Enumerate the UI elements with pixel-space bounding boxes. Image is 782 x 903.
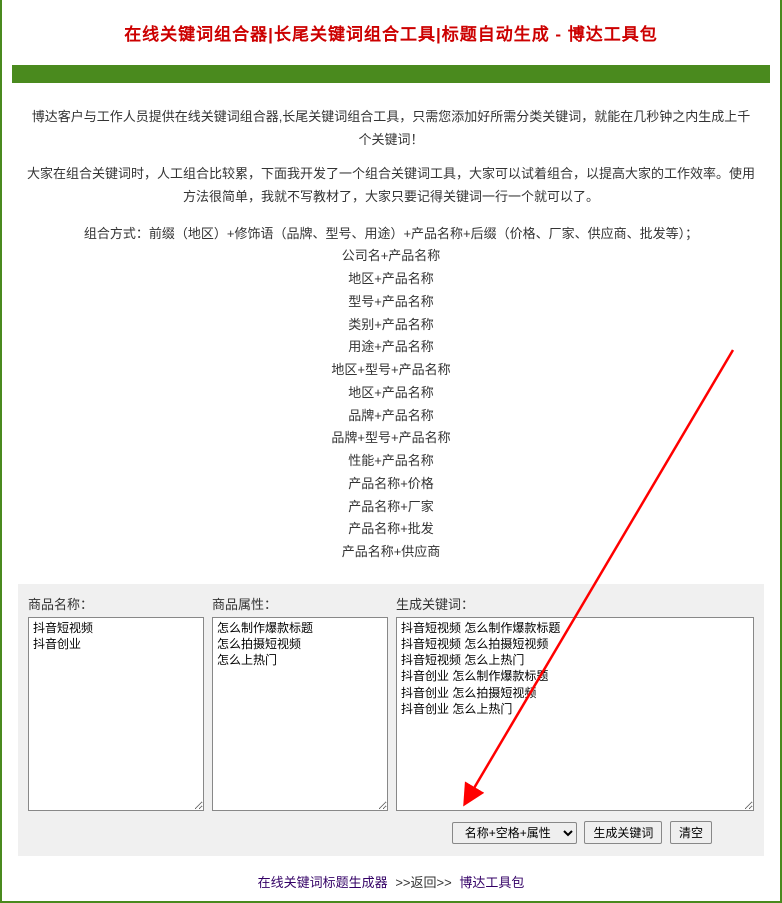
- page-title: 在线关键词组合器|长尾关键词组合工具|标题自动生成 - 博达工具包: [12, 20, 770, 45]
- combo-item: 产品名称+价格: [12, 473, 770, 496]
- clear-button[interactable]: 清空: [670, 821, 712, 844]
- combo-item: 型号+产品名称: [12, 291, 770, 314]
- footer-separator: >>返回>>: [395, 875, 451, 890]
- label-product-attr: 商品属性：: [212, 594, 388, 613]
- combo-item: 品牌+产品名称: [12, 405, 770, 428]
- result-output[interactable]: [396, 617, 754, 811]
- footer-link-generator[interactable]: 在线关键词标题生成器: [258, 875, 388, 890]
- generate-button[interactable]: 生成关键词: [584, 821, 662, 844]
- intro-para-1: 博达客户与工作人员提供在线关键词组合器,长尾关键词组合工具，只需您添加好所需分类…: [26, 105, 756, 152]
- combine-mode-select[interactable]: 名称+空格+属性: [452, 822, 577, 844]
- label-product-name: 商品名称：: [28, 594, 204, 613]
- combo-item: 产品名称+供应商: [12, 541, 770, 564]
- combo-item: 产品名称+批发: [12, 518, 770, 541]
- combo-item: 地区+产品名称: [12, 382, 770, 405]
- label-result: 生成关键词：: [396, 594, 754, 613]
- combo-item: 类别+产品名称: [12, 314, 770, 337]
- intro-para-2: 大家在组合关键词时，人工组合比较累，下面我开发了一个组合关键词工具，大家可以试着…: [26, 162, 756, 209]
- intro-text: 博达客户与工作人员提供在线关键词组合器,长尾关键词组合工具，只需您添加好所需分类…: [26, 105, 756, 209]
- product-attr-input[interactable]: [212, 617, 388, 811]
- form-area: 商品名称： 商品属性： 生成关键词： 名称+空格+属性 生成关键词 清空: [18, 584, 764, 856]
- combo-item: 地区+型号+产品名称: [12, 359, 770, 382]
- combo-item: 地区+产品名称: [12, 268, 770, 291]
- page-container: 在线关键词组合器|长尾关键词组合工具|标题自动生成 - 博达工具包 博达客户与工…: [0, 0, 782, 903]
- combo-list: 组合方式：前缀（地区）+修饰语（品牌、型号、用途）+产品名称+后缀（价格、厂家、…: [12, 223, 770, 564]
- combo-item: 公司名+产品名称: [12, 245, 770, 268]
- combo-item: 产品名称+厂家: [12, 496, 770, 519]
- product-name-input[interactable]: [28, 617, 204, 811]
- combo-item: 用途+产品名称: [12, 336, 770, 359]
- combo-item: 性能+产品名称: [12, 450, 770, 473]
- combo-head: 组合方式：前缀（地区）+修饰语（品牌、型号、用途）+产品名称+后缀（价格、厂家、…: [12, 223, 770, 246]
- footer-links: 在线关键词标题生成器 >>返回>> 博达工具包: [12, 872, 770, 891]
- combo-item: 品牌+型号+产品名称: [12, 427, 770, 450]
- header-bar: [12, 65, 770, 83]
- footer-link-toolkit[interactable]: 博达工具包: [459, 875, 524, 890]
